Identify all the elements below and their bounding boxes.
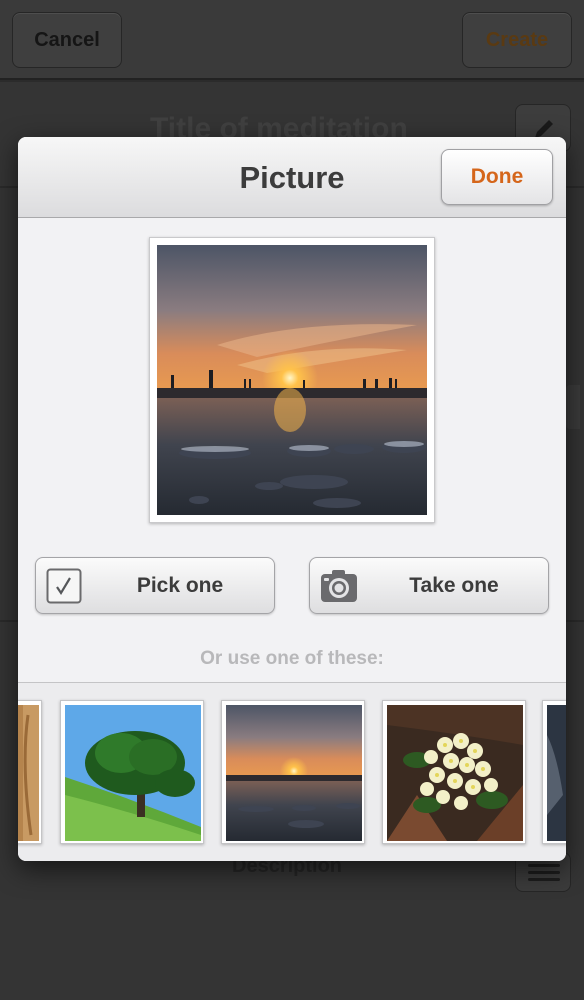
thumbnail-sunset-beach[interactable]	[221, 700, 365, 844]
wood-image	[18, 705, 39, 841]
side-tab	[566, 385, 580, 429]
camera-icon	[321, 570, 357, 602]
dialog-header: Picture Done	[18, 137, 566, 218]
flowers-image	[387, 705, 523, 841]
take-one-label: Take one	[409, 574, 499, 597]
thumbnail-dark-sky[interactable]	[542, 700, 566, 844]
done-button[interactable]: Done	[441, 149, 553, 205]
checkbox-icon	[46, 568, 82, 604]
picture-preview	[149, 237, 435, 523]
picture-dialog: Picture Done Pick one Take one Or use on…	[18, 137, 566, 861]
thumbnail-tree-on-hill[interactable]	[60, 700, 204, 844]
tree-image	[65, 705, 201, 841]
pick-one-button[interactable]: Pick one	[35, 557, 275, 614]
sunset-image	[157, 245, 427, 515]
cancel-button: Cancel	[12, 12, 122, 68]
create-button: Create	[462, 12, 572, 68]
dark-sky-image	[547, 705, 566, 841]
stock-image-strip[interactable]	[18, 682, 566, 861]
thumbnail-primrose-flowers[interactable]	[382, 700, 526, 844]
pick-one-label: Pick one	[136, 574, 224, 597]
take-one-button[interactable]: Take one	[309, 557, 549, 614]
sunset-thumb-image	[226, 705, 362, 841]
background-toolbar: Cancel Create	[0, 0, 584, 80]
thumbnail-wood[interactable]	[18, 700, 42, 844]
stock-images-hint: Or use one of these:	[200, 648, 384, 669]
